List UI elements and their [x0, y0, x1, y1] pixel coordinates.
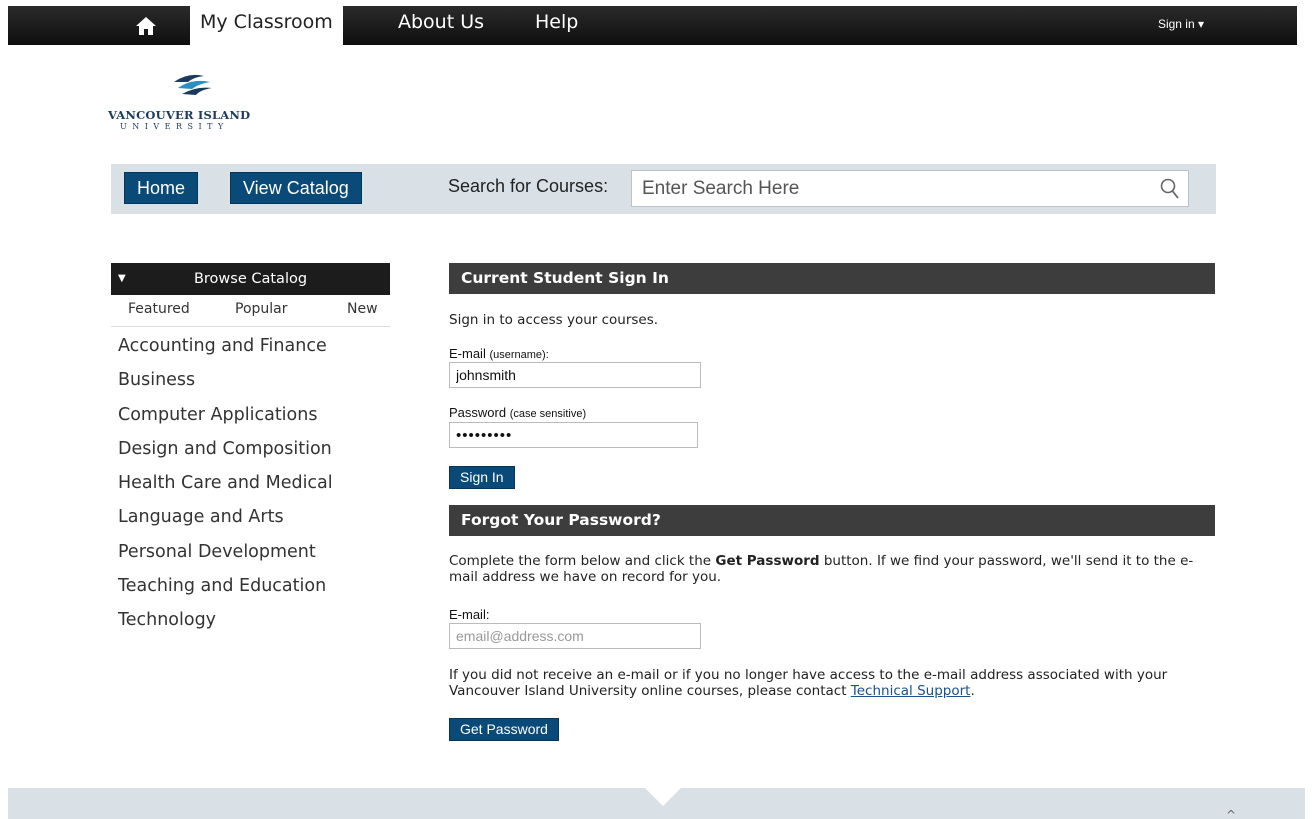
view-catalog-button[interactable]: View Catalog: [230, 172, 362, 204]
forgot-email-label: E-mail:: [449, 607, 490, 622]
forgot-email-field[interactable]: [449, 623, 701, 649]
category-item[interactable]: Health Care and Medical: [118, 470, 333, 504]
password-label: Password (case sensitive): [449, 405, 586, 420]
category-item[interactable]: Language and Arts: [118, 504, 333, 538]
logo-subtitle: UNIVERSITY: [120, 122, 229, 131]
catalog-nav-bar: Home View Catalog Search for Courses:: [111, 164, 1216, 214]
search-icon[interactable]: [1160, 178, 1180, 200]
password-label-hint: (case sensitive): [509, 408, 587, 420]
category-list: Accounting and Finance Business Computer…: [118, 333, 333, 642]
sign-in-menu[interactable]: Sign in ▾: [1158, 6, 1204, 45]
caret-down-icon: ▼: [118, 273, 126, 284]
category-item[interactable]: Design and Composition: [118, 436, 333, 470]
home-icon-button[interactable]: [121, 6, 171, 45]
tab-featured[interactable]: Featured: [128, 301, 190, 317]
support-note-pre: If you did not receive an e-mail or if y…: [449, 667, 1168, 699]
tab-popular[interactable]: Popular: [235, 301, 288, 317]
support-note-post: .: [970, 683, 975, 699]
get-password-button[interactable]: Get Password: [449, 718, 559, 741]
tab-about-us[interactable]: About Us: [388, 6, 494, 45]
search-box: [631, 170, 1189, 207]
category-item[interactable]: Personal Development: [118, 539, 333, 573]
technical-support-link[interactable]: Technical Support: [851, 683, 971, 699]
category-item[interactable]: Business: [118, 367, 333, 401]
category-item[interactable]: Computer Applications: [118, 402, 333, 436]
search-input[interactable]: [632, 171, 1188, 206]
forgot-intro-bold: Get Password: [715, 553, 820, 569]
forgot-intro: Complete the form below and click the Ge…: [449, 553, 1219, 585]
email-label-hint: (username):: [489, 349, 549, 361]
logo-name: VANCOUVER ISLAND: [108, 108, 251, 122]
forgot-password-heading: Forgot Your Password?: [449, 505, 1215, 536]
email-label: E-mail (username):: [449, 346, 549, 361]
sign-in-heading: Current Student Sign In: [449, 263, 1215, 294]
logo-mark-icon: [174, 74, 212, 95]
support-note: If you did not receive an e-mail or if y…: [449, 667, 1219, 699]
category-item[interactable]: Technology: [118, 607, 333, 641]
category-item[interactable]: Teaching and Education: [118, 573, 333, 607]
footer-notch: [645, 788, 681, 806]
email-field[interactable]: [449, 362, 701, 388]
search-label: Search for Courses:: [448, 176, 609, 196]
tab-new[interactable]: New: [347, 301, 378, 317]
browse-catalog-title: Browse Catalog: [193, 271, 308, 287]
scroll-up-icon[interactable]: ^: [1226, 808, 1236, 819]
forgot-intro-pre: Complete the form below and click the: [449, 553, 716, 569]
top-nav-bar: My Classroom About Us Help Sign in ▾: [8, 6, 1297, 45]
browse-tabs: Featured Popular New: [111, 296, 390, 327]
sign-in-button[interactable]: Sign In: [449, 466, 515, 489]
sign-in-intro: Sign in to access your courses.: [449, 312, 659, 328]
browse-catalog-header[interactable]: ▼ Browse Catalog: [111, 263, 390, 295]
tab-my-classroom[interactable]: My Classroom: [190, 6, 343, 45]
university-logo[interactable]: VANCOUVER ISLAND UNIVERSITY: [108, 68, 288, 138]
tab-help[interactable]: Help: [525, 6, 588, 45]
category-item[interactable]: Accounting and Finance: [118, 333, 333, 367]
password-label-text: Password: [449, 405, 507, 420]
email-label-text: E-mail: [449, 346, 486, 361]
home-icon: [136, 16, 156, 35]
home-button[interactable]: Home: [124, 172, 199, 204]
password-field[interactable]: [449, 422, 698, 448]
